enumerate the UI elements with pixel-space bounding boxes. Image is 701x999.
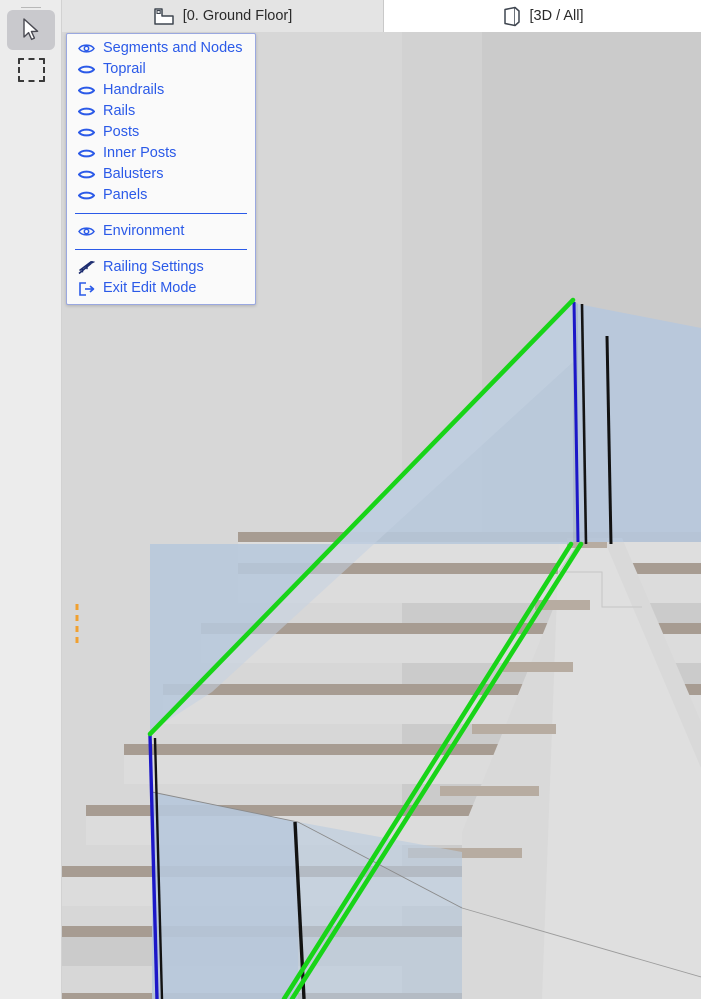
tab-bar: [0. Ground Floor] [3D / All] <box>62 0 701 33</box>
menu-item-label: Inner Posts <box>103 145 177 162</box>
menu-item-label: Balusters <box>103 166 164 183</box>
eye-closed-icon <box>77 106 95 117</box>
eye-closed-icon <box>77 148 95 159</box>
exit-arrow-icon <box>77 281 95 296</box>
menu-item-label: Exit Edit Mode <box>103 280 197 297</box>
eye-closed-icon <box>77 127 95 138</box>
floor-plan-icon <box>153 7 175 26</box>
menu-item-panels[interactable]: Panels <box>67 185 255 206</box>
tab-3d-all-label: [3D / All] <box>529 8 584 24</box>
marquee-select-tool[interactable] <box>7 50 55 90</box>
menu-item-label: Railing Settings <box>103 259 204 276</box>
menu-item-label: Environment <box>103 223 185 240</box>
marquee-rectangle-icon <box>17 58 45 82</box>
menu-item-rails[interactable]: Rails <box>67 101 255 122</box>
tab-ground-floor-label: [0. Ground Floor] <box>182 8 293 24</box>
menu-item-environment[interactable]: Environment <box>67 221 255 242</box>
menu-item-inner-posts[interactable]: Inner Posts <box>67 143 255 164</box>
menu-item-segments-and-nodes[interactable]: Segments and Nodes <box>67 38 255 59</box>
eye-open-icon <box>77 43 95 54</box>
menu-item-exit-edit-mode[interactable]: Exit Edit Mode <box>67 278 255 299</box>
tab-3d-all[interactable]: [3D / All] <box>384 0 701 33</box>
eye-closed-icon <box>77 85 95 96</box>
eye-closed-icon <box>77 190 95 201</box>
menu-item-label: Posts <box>103 124 140 141</box>
railing-icon <box>77 260 95 275</box>
menu-item-posts[interactable]: Posts <box>67 122 255 143</box>
railing-edit-context-menu[interactable]: Segments and Nodes Toprail Handrails Rai… <box>66 33 256 305</box>
eye-closed-icon <box>77 64 95 75</box>
menu-group-actions: Railing Settings Exit Edit Mode <box>67 257 255 299</box>
menu-item-label: Handrails <box>103 82 165 99</box>
menu-separator-1 <box>75 213 247 214</box>
arrow-select-tool[interactable] <box>7 10 55 50</box>
menu-item-handrails[interactable]: Handrails <box>67 80 255 101</box>
eye-closed-icon <box>77 169 95 180</box>
3d-box-icon <box>502 6 522 27</box>
menu-item-toprail[interactable]: Toprail <box>67 59 255 80</box>
menu-item-label: Toprail <box>103 61 146 78</box>
application-window: [0. Ground Floor] [3D / All] Segments an… <box>0 0 701 999</box>
glass-panel-upper-right <box>578 304 701 542</box>
eye-open-icon <box>77 226 95 237</box>
menu-item-label: Panels <box>103 187 148 204</box>
menu-group-environment: Environment <box>67 221 255 242</box>
tab-ground-floor[interactable]: [0. Ground Floor] <box>62 0 384 32</box>
menu-separator-2 <box>75 249 247 250</box>
menu-item-label: Rails <box>103 103 136 120</box>
arrow-cursor-icon <box>23 18 39 41</box>
menu-item-balusters[interactable]: Balusters <box>67 164 255 185</box>
menu-item-railing-settings[interactable]: Railing Settings <box>67 257 255 278</box>
menu-item-label: Segments and Nodes <box>103 40 243 57</box>
menu-group-elements: Segments and Nodes Toprail Handrails Rai… <box>67 38 255 206</box>
glass-panel-lower <box>152 792 298 999</box>
left-toolbar <box>0 0 62 999</box>
